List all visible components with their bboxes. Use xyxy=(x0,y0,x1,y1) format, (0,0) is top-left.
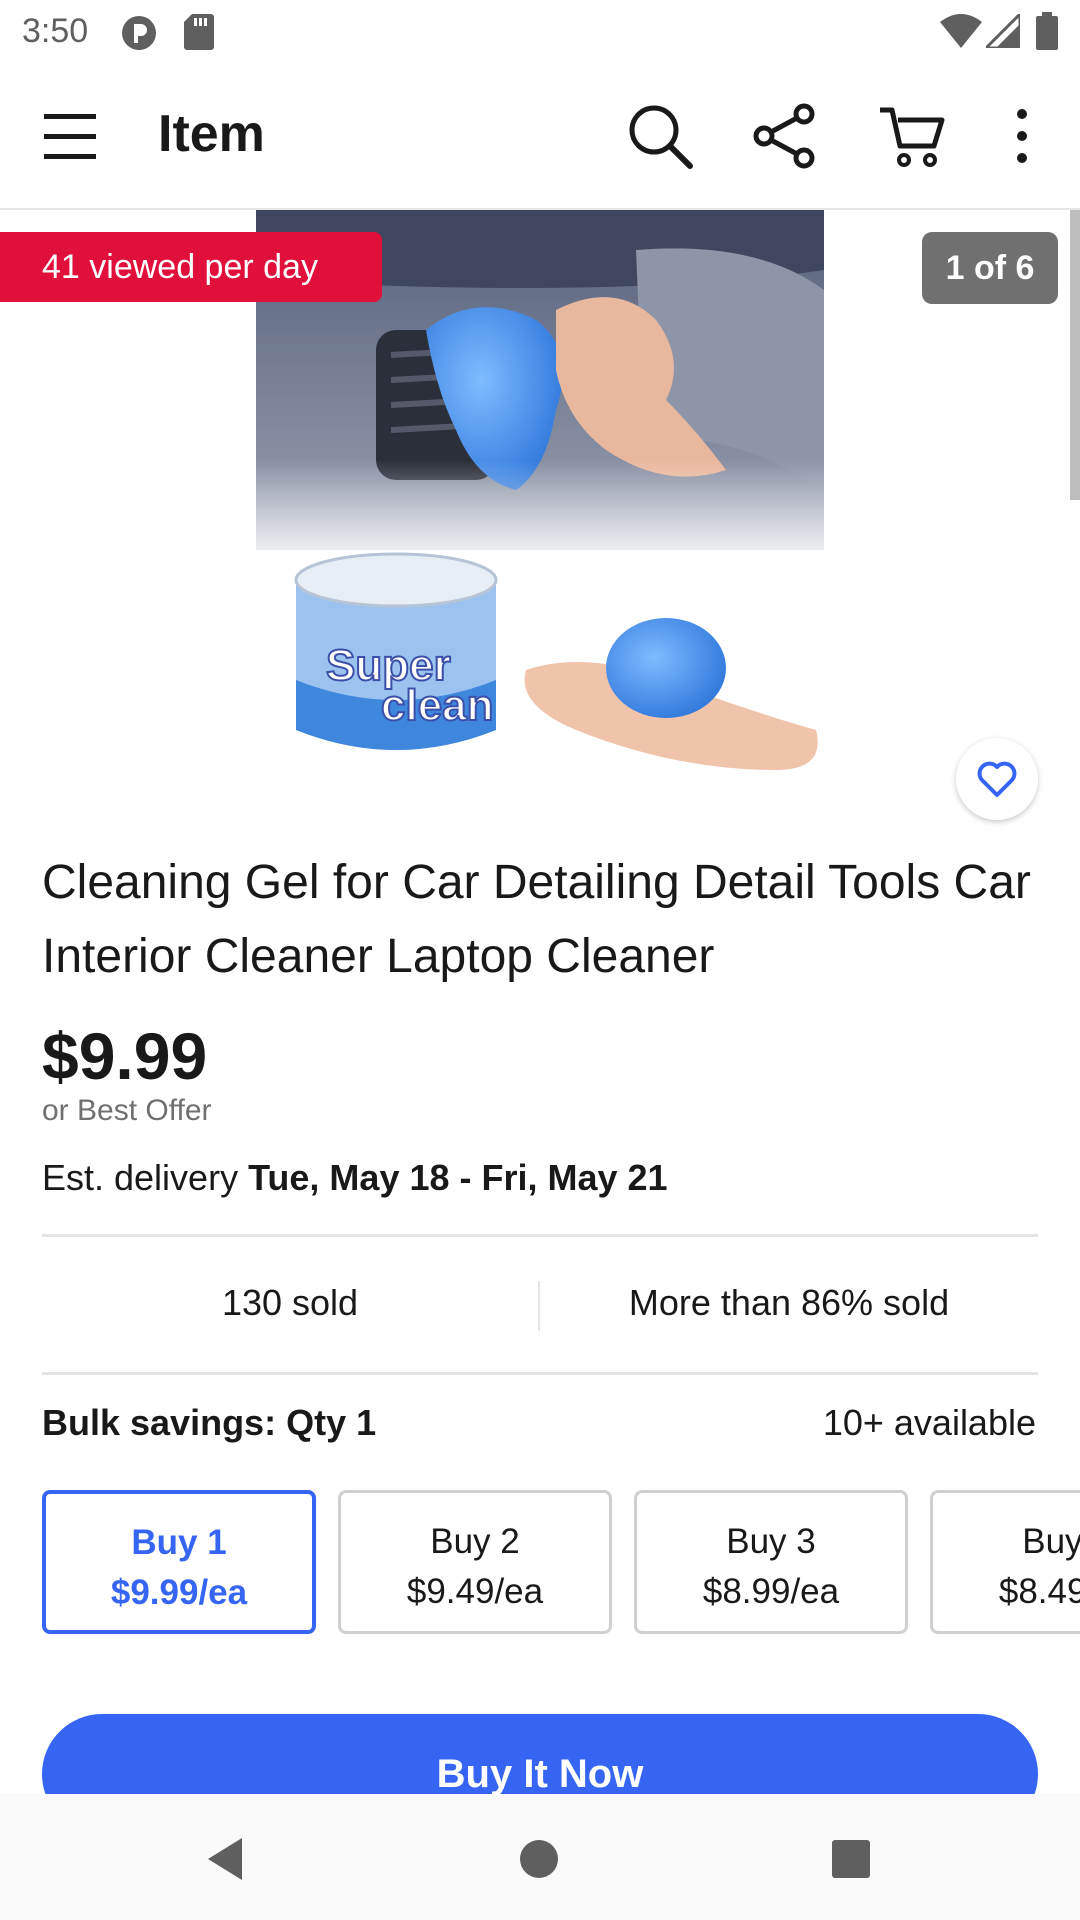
search-icon[interactable] xyxy=(624,100,696,172)
buy-it-now-button[interactable]: Buy It Now xyxy=(42,1714,1038,1794)
delivery-prefix: Est. delivery xyxy=(42,1157,239,1198)
best-offer-label: or Best Offer xyxy=(42,1094,212,1127)
system-nav-bar xyxy=(0,1794,1080,1920)
cart-icon[interactable] xyxy=(876,100,948,172)
sold-count: 130 sold xyxy=(221,1282,359,1323)
watch-button[interactable] xyxy=(956,738,1038,820)
app-bar: Item xyxy=(0,64,1080,210)
delivery-estimate: Est. delivery Tue, May 18 - Fri, May 21 xyxy=(42,1157,668,1199)
more-vert-icon[interactable] xyxy=(1000,100,1044,172)
heart-icon xyxy=(977,761,1017,797)
signal-icon xyxy=(982,10,1022,53)
views-badge: 41 viewed per day xyxy=(0,232,382,302)
buy-now-container: Buy It Now xyxy=(0,1714,1080,1794)
image-gallery[interactable]: Super clean 41 viewed per day 1 of 6 xyxy=(0,210,1080,820)
price: $9.99 xyxy=(42,1019,208,1093)
option-qty: Buy 1 xyxy=(131,1523,227,1562)
back-icon[interactable] xyxy=(202,1834,252,1884)
availability: 10+ available xyxy=(822,1402,1036,1443)
image-counter: 1 of 6 xyxy=(922,232,1058,304)
sd-card-icon xyxy=(184,14,214,55)
page-title: Item xyxy=(158,105,265,163)
bulk-options: Buy 1 $9.99/ea Buy 2 $9.49/ea Buy 3 $8.9… xyxy=(42,1490,1080,1636)
bulk-option-1[interactable]: Buy 1 $9.99/ea xyxy=(42,1490,316,1634)
wifi-icon xyxy=(940,14,982,53)
battery-icon xyxy=(1036,12,1058,55)
scroll-indicator xyxy=(1070,210,1080,500)
recents-icon[interactable] xyxy=(826,1834,876,1884)
home-icon[interactable] xyxy=(514,1834,564,1884)
option-price: $9.49/ea xyxy=(406,1572,544,1611)
option-qty: Buy 4 xyxy=(1022,1522,1080,1561)
option-price: $9.99/ea xyxy=(110,1573,248,1612)
share-icon[interactable] xyxy=(750,100,822,172)
product-title: Cleaning Gel for Car Detailing Detail To… xyxy=(42,856,1031,983)
status-time: 3:50 xyxy=(22,12,89,50)
option-qty: Buy 2 xyxy=(430,1522,520,1561)
delivery-dates: Tue, May 18 - Fri, May 21 xyxy=(248,1157,668,1198)
bulk-option-3[interactable]: Buy 3 $8.99/ea xyxy=(634,1490,908,1634)
stats-row: 130 sold More than 86% sold xyxy=(42,1236,1038,1372)
menu-icon[interactable] xyxy=(44,110,100,162)
option-price: $8.99/ea xyxy=(702,1572,840,1611)
divider xyxy=(42,1372,1038,1375)
percent-sold: More than 86% sold xyxy=(628,1282,950,1323)
status-bar: 3:50 xyxy=(0,0,1080,64)
bulk-savings-label: Bulk savings: Qty 1 xyxy=(42,1402,377,1443)
option-price: $8.49/ea xyxy=(998,1572,1080,1611)
bulk-option-4[interactable]: Buy 4 $8.49/ea xyxy=(930,1490,1080,1634)
option-qty: Buy 3 xyxy=(726,1522,816,1561)
image-label-2: clean xyxy=(381,681,494,730)
bulk-option-2[interactable]: Buy 2 $9.49/ea xyxy=(338,1490,612,1634)
p-badge-icon xyxy=(120,14,158,57)
